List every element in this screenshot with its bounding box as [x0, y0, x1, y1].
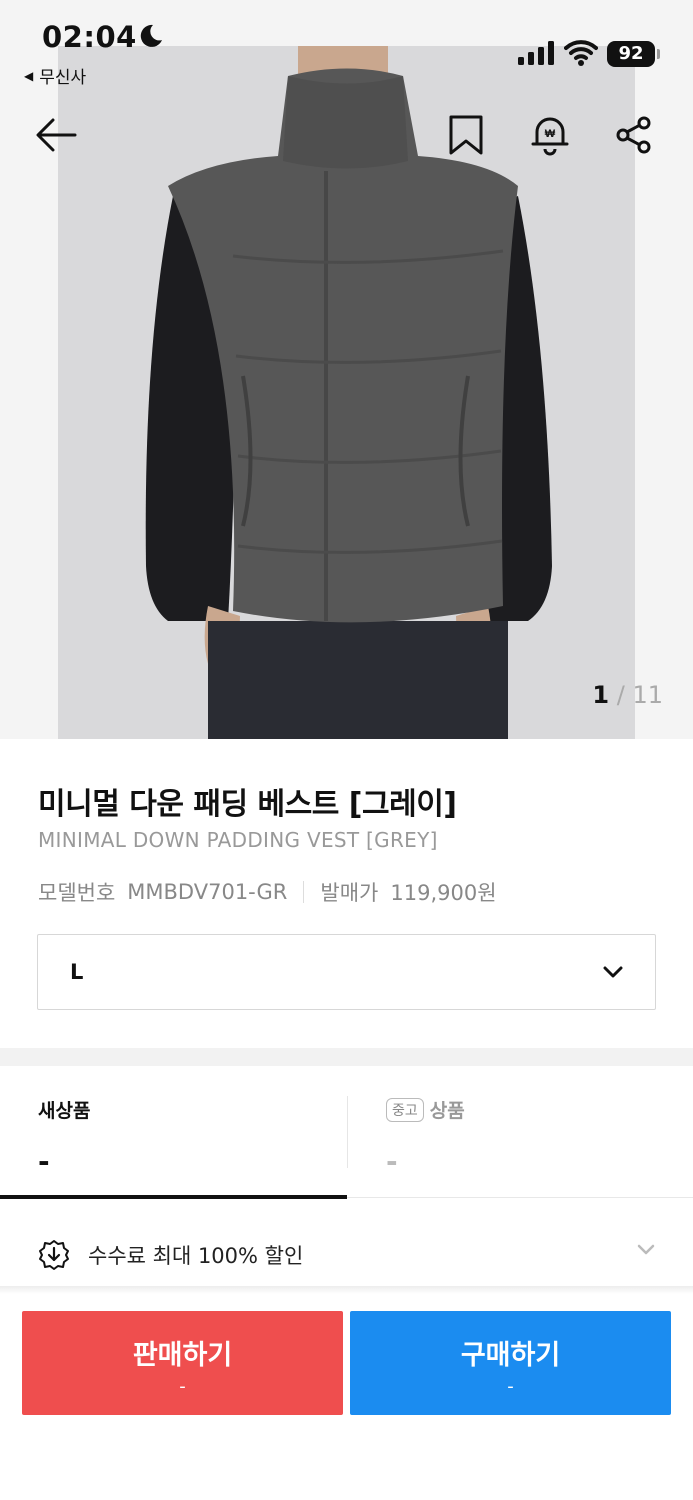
signal-icon — [518, 41, 554, 65]
model-number-label: 모델번호 — [38, 881, 116, 905]
buy-button[interactable]: 구매하기 - — [350, 1311, 671, 1415]
sell-button-price: - — [179, 1376, 186, 1397]
back-triangle-icon: ◀ — [24, 68, 34, 83]
tab-new-price: - — [38, 1145, 50, 1178]
model-number-value: MMBDV701-GR — [127, 880, 288, 904]
back-app-label: 무신사 — [39, 68, 87, 88]
product-meta: 모델번호 MMBDV701-GR 발매가 119,900원 — [38, 877, 497, 907]
buy-button-label: 구매하기 — [460, 1340, 561, 1371]
size-select[interactable]: L — [37, 934, 656, 1010]
chevron-down-icon — [603, 966, 623, 978]
share-icon — [616, 116, 651, 154]
buy-button-price: - — [507, 1376, 514, 1397]
gallery-current-page: 1 — [592, 681, 610, 709]
back-arrow-icon — [36, 118, 77, 152]
svg-text:₩: ₩ — [545, 128, 556, 140]
tab-active-indicator — [0, 1195, 347, 1199]
sell-button-label: 판매하기 — [132, 1340, 233, 1371]
back-to-app-link[interactable]: ◀ 무신사 — [24, 63, 86, 88]
share-button[interactable] — [611, 112, 657, 158]
fee-chevron-down-icon — [637, 1244, 655, 1255]
price-alert-bell-icon: ₩ — [531, 117, 569, 156]
section-divider — [0, 1048, 693, 1066]
tab-new-product[interactable]: 새상품 - — [0, 1084, 347, 1196]
tab-used-label: 상품 — [429, 1100, 465, 1122]
gallery-page-indicator: 1 / 11 — [592, 681, 663, 709]
tab-used-label-group: 중고 상품 — [386, 1096, 693, 1123]
used-badge: 중고 — [386, 1097, 424, 1122]
back-button[interactable] — [33, 112, 79, 158]
battery-indicator: 92 — [607, 41, 655, 67]
gallery-total-pages: 11 — [632, 681, 663, 709]
wifi-icon — [564, 40, 598, 66]
size-selected-value: L — [70, 960, 84, 984]
battery-tip — [657, 49, 660, 59]
sell-button[interactable]: 판매하기 - — [22, 1311, 343, 1415]
status-time: 02:04 — [42, 20, 137, 54]
bookmark-button[interactable] — [443, 112, 489, 158]
download-circle-icon — [39, 1240, 69, 1270]
bookmark-icon — [449, 115, 483, 155]
moon-icon — [140, 24, 162, 47]
product-name-ko: 미니멀 다운 패딩 베스트 [그레이] — [38, 787, 457, 822]
product-image-gallery[interactable]: 02:04 ◀ 무신사 92 ₩ 1 / 11 — [0, 0, 693, 739]
release-price-label: 발매가 — [320, 881, 379, 905]
fee-discount-text: 수수료 최대 100% 할인 — [88, 1244, 304, 1268]
fee-discount-row[interactable]: 수수료 최대 100% 할인 — [0, 1220, 693, 1290]
tab-new-label: 새상품 — [38, 1100, 91, 1122]
meta-divider — [303, 881, 305, 903]
gallery-page-separator: / — [616, 681, 625, 709]
product-name-en: MINIMAL DOWN PADDING VEST [GREY] — [38, 828, 438, 852]
release-price-value: 119,900원 — [390, 881, 497, 905]
tab-used-price: - — [386, 1145, 398, 1178]
bottom-bar-shadow — [0, 1286, 693, 1294]
price-alert-button[interactable]: ₩ — [527, 112, 573, 158]
tab-used-product[interactable]: 중고 상품 - — [347, 1084, 693, 1196]
